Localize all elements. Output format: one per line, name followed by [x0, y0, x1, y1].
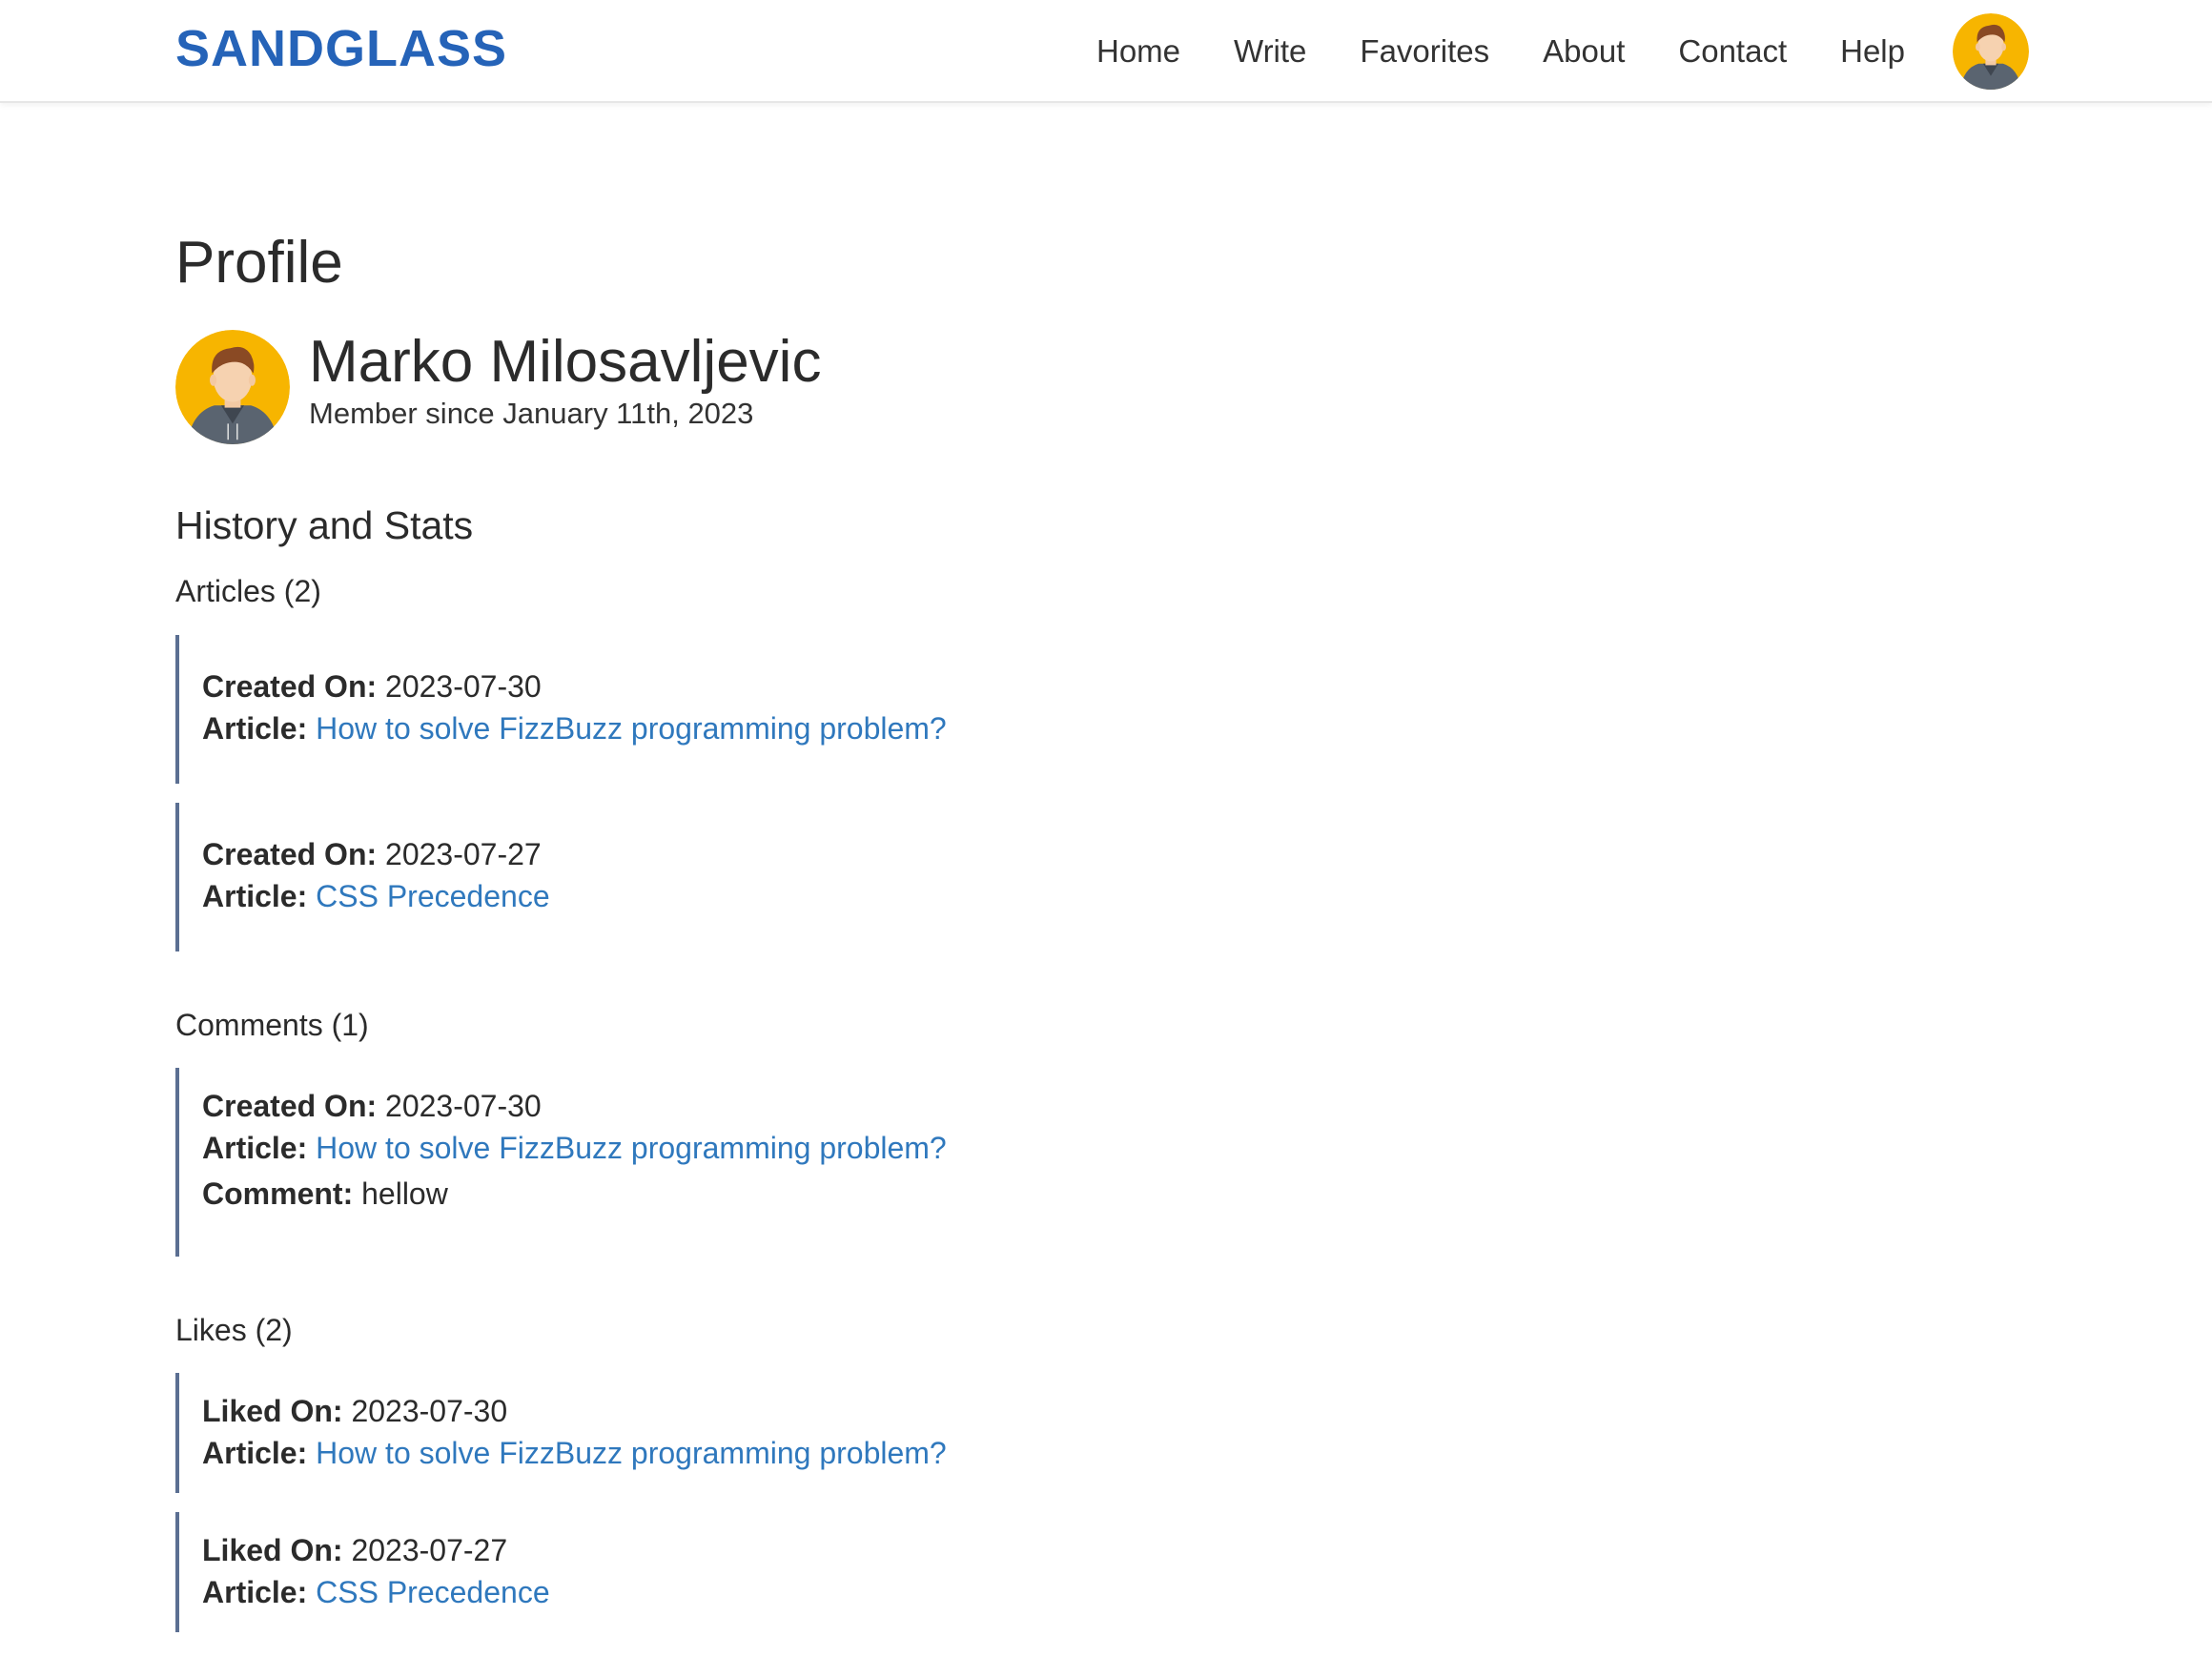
- article-row: Article: How to solve FizzBuzz programmi…: [202, 1131, 947, 1166]
- articles-heading: Articles (2): [175, 574, 321, 608]
- created-on-value: 2023-07-30: [385, 1089, 542, 1123]
- article-row: Article: How to solve FizzBuzz programmi…: [202, 1436, 947, 1471]
- member-since: Member since January 11th, 2023: [309, 397, 754, 430]
- article-label: Article:: [202, 1575, 308, 1609]
- likes-heading: Likes (2): [175, 1313, 293, 1347]
- comment-label: Comment:: [202, 1176, 354, 1211]
- article-card: Created On: 2023-07-27 Article: CSS Prec…: [175, 803, 1320, 951]
- history-stats-heading: History and Stats: [175, 503, 474, 547]
- comment-text: hellow: [361, 1176, 448, 1211]
- article-link[interactable]: How to solve FizzBuzz programming proble…: [316, 711, 947, 746]
- article-link[interactable]: How to solve FizzBuzz programming proble…: [316, 1131, 947, 1165]
- like-card: Liked On: 2023-07-30 Article: How to sol…: [175, 1373, 1320, 1493]
- profile-avatar: [175, 330, 290, 444]
- top-navbar: SANDGLASS Home Write Favorites About Con…: [0, 0, 2212, 103]
- like-card: Liked On: 2023-07-27 Article: CSS Preced…: [175, 1512, 1320, 1632]
- user-avatar-icon[interactable]: [1953, 13, 2029, 90]
- liked-on-row: Liked On: 2023-07-30: [202, 1394, 507, 1429]
- article-row: Article: How to solve FizzBuzz programmi…: [202, 711, 947, 747]
- article-link[interactable]: How to solve FizzBuzz programming proble…: [316, 1436, 947, 1470]
- comments-heading: Comments (1): [175, 1008, 369, 1042]
- article-label: Article:: [202, 711, 308, 746]
- article-label: Article:: [202, 1131, 308, 1165]
- created-on-label: Created On:: [202, 669, 378, 704]
- created-on-row: Created On: 2023-07-30: [202, 669, 542, 705]
- nav-link-contact[interactable]: Contact: [1678, 33, 1787, 70]
- article-card: Created On: 2023-07-30 Article: How to s…: [175, 635, 1320, 784]
- article-link[interactable]: CSS Precedence: [316, 879, 549, 913]
- nav-link-about[interactable]: About: [1543, 33, 1625, 70]
- liked-on-label: Liked On:: [202, 1394, 343, 1428]
- nav-links: Home Write Favorites About Contact Help: [1043, 13, 2029, 90]
- created-on-value: 2023-07-27: [385, 837, 542, 871]
- created-on-label: Created On:: [202, 837, 378, 871]
- nav-link-help[interactable]: Help: [1840, 33, 1905, 70]
- nav-link-home[interactable]: Home: [1096, 33, 1180, 70]
- brand-logo[interactable]: SANDGLASS: [175, 19, 507, 78]
- liked-on-row: Liked On: 2023-07-27: [202, 1533, 507, 1568]
- article-row: Article: CSS Precedence: [202, 879, 550, 914]
- created-on-label: Created On:: [202, 1089, 378, 1123]
- article-link[interactable]: CSS Precedence: [316, 1575, 549, 1609]
- nav-link-favorites[interactable]: Favorites: [1360, 33, 1489, 70]
- nav-link-write[interactable]: Write: [1234, 33, 1306, 70]
- profile-name: Marko Milosavljevic: [309, 329, 822, 395]
- created-on-row: Created On: 2023-07-30: [202, 1089, 542, 1124]
- article-label: Article:: [202, 1436, 308, 1470]
- liked-on-value: 2023-07-30: [351, 1394, 508, 1428]
- article-row: Article: CSS Precedence: [202, 1575, 550, 1610]
- liked-on-value: 2023-07-27: [351, 1533, 508, 1567]
- liked-on-label: Liked On:: [202, 1533, 343, 1567]
- created-on-row: Created On: 2023-07-27: [202, 837, 542, 872]
- page-title: Profile: [175, 230, 343, 296]
- created-on-value: 2023-07-30: [385, 669, 542, 704]
- article-label: Article:: [202, 879, 308, 913]
- comment-row: Comment: hellow: [202, 1176, 448, 1212]
- comment-card: Created On: 2023-07-30 Article: How to s…: [175, 1068, 1320, 1257]
